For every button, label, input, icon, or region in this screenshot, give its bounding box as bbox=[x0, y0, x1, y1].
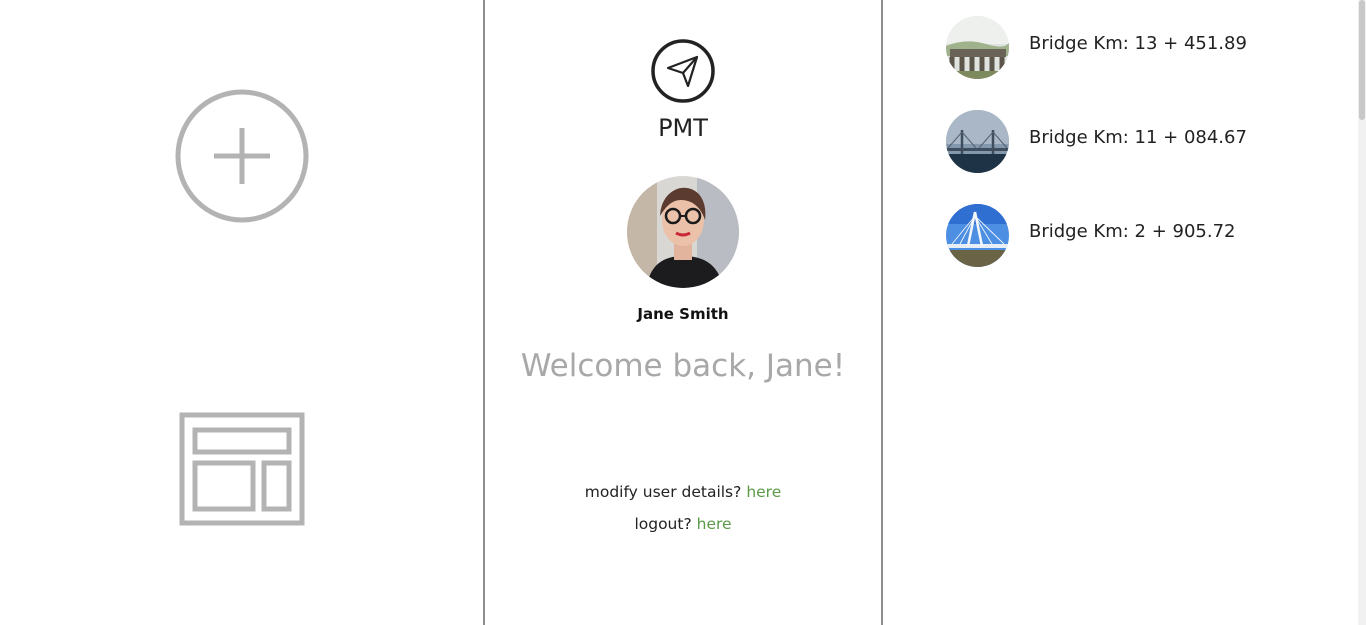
modify-details-line: modify user details? here bbox=[485, 483, 881, 501]
bridge-thumbnail bbox=[946, 16, 1009, 79]
bridge-thumbnail bbox=[946, 204, 1009, 267]
modify-details-text: modify user details? bbox=[584, 483, 742, 501]
list-item[interactable]: Bridge Km: 2 + 905.72 bbox=[946, 204, 1247, 267]
bridge-label: Bridge Km: 2 + 905.72 bbox=[1029, 221, 1236, 242]
plus-circle-icon bbox=[175, 89, 309, 223]
logout-line: logout? here bbox=[485, 515, 881, 533]
dashboard-page: PMT Jane Smith Welcome back, Jane! modif… bbox=[0, 0, 1366, 625]
logout-text: logout? bbox=[634, 515, 692, 533]
welcome-message: Welcome back, Jane! bbox=[520, 348, 846, 384]
brand: PMT bbox=[485, 38, 881, 142]
bridge-thumbnail bbox=[946, 110, 1009, 173]
scrollbar[interactable] bbox=[1358, 0, 1366, 625]
bridge-list: Bridge Km: 13 + 451.89 Bridge Km: 11 + 0… bbox=[946, 16, 1247, 298]
user-photo bbox=[627, 176, 739, 288]
brand-name: PMT bbox=[658, 114, 708, 142]
layout-button[interactable] bbox=[178, 410, 306, 528]
add-button[interactable] bbox=[172, 88, 312, 228]
avatar bbox=[627, 176, 739, 288]
column-divider-right bbox=[881, 0, 883, 625]
list-item[interactable]: Bridge Km: 11 + 084.67 bbox=[946, 110, 1247, 173]
paper-plane-icon bbox=[650, 38, 716, 104]
user-name: Jane Smith bbox=[637, 305, 729, 323]
bridge-label: Bridge Km: 13 + 451.89 bbox=[1029, 33, 1247, 54]
scrollbar-thumb[interactable] bbox=[1359, 0, 1365, 120]
logout-link[interactable]: here bbox=[697, 515, 732, 533]
layout-icon bbox=[179, 412, 305, 526]
list-item[interactable]: Bridge Km: 13 + 451.89 bbox=[946, 16, 1247, 79]
bridge-label: Bridge Km: 11 + 084.67 bbox=[1029, 127, 1247, 148]
modify-details-link[interactable]: here bbox=[746, 483, 781, 501]
